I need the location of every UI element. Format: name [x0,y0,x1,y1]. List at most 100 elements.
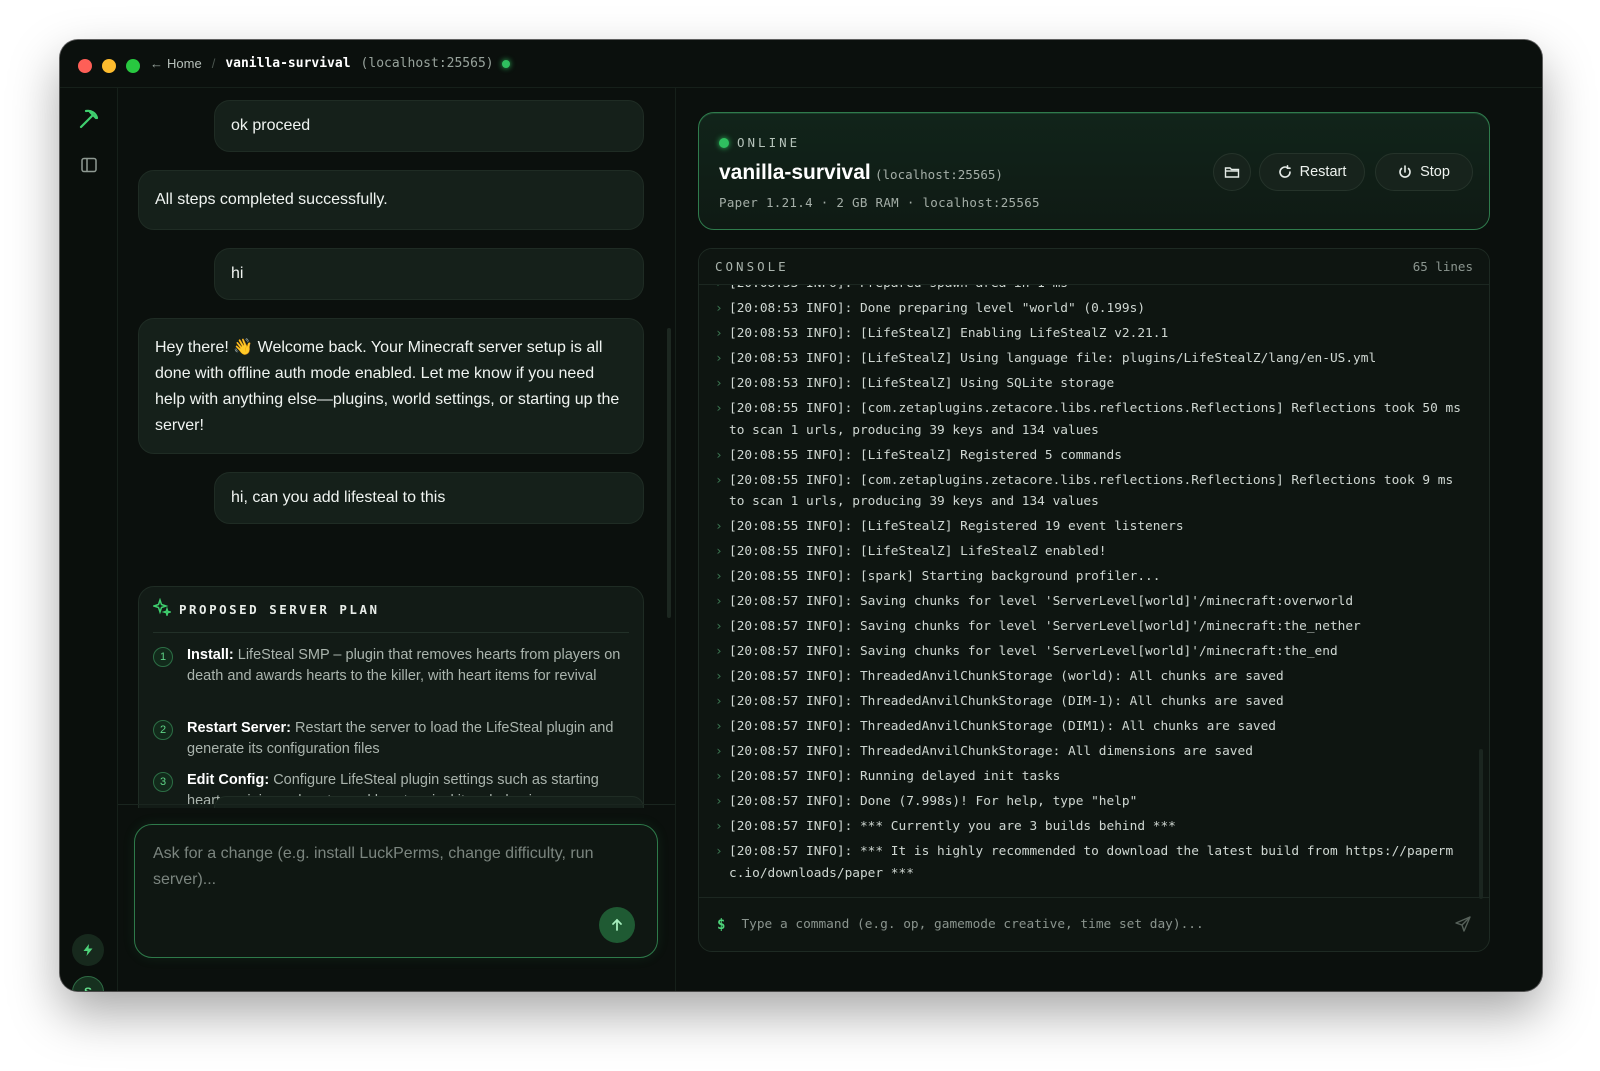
breadcrumb-server-name: vanilla-survival [225,56,351,71]
chevron-right-icon: › [715,619,723,634]
log-line: › [20:08:55 INFO]: [com.zetaplugins.zetac… [699,398,1489,441]
step-description: LifeSteal SMP – plugin that removes hear… [187,647,621,684]
console-output[interactable]: ›[20:08:53 INFO]: Prepared spawn area in… [699,285,1489,899]
log-line: › [20:08:57 INFO]: Saving chunks for leve… [699,591,1489,613]
log-text: [20:08:57 INFO]: Saving chunks for level… [729,619,1361,634]
chevron-right-icon: › [715,719,723,734]
chevron-right-icon: › [715,594,723,609]
restart-button[interactable]: Restart [1259,153,1365,191]
step-number: 3 [153,772,173,792]
power-icon [1399,165,1411,178]
chat-divider [118,804,675,805]
panel-toggle-icon[interactable] [76,152,102,178]
breadcrumb-separator: / [211,56,216,71]
online-dot [719,137,729,148]
log-line: › [20:08:55 INFO]: [LifeStealZ] Registere… [699,516,1489,538]
open-folder-button[interactable] [1213,153,1251,191]
bolt-icon[interactable] [72,934,104,966]
user-avatar[interactable]: S [72,976,104,991]
back-arrow-icon[interactable]: ← [150,56,163,71]
log-text: [20:08:57 INFO]: Done (7.998s)! For help… [729,794,1138,809]
log-line: › [20:08:57 INFO]: Saving chunks for leve… [699,641,1489,663]
log-text: [20:08:53 INFO]: Done preparing level "w… [729,301,1146,316]
assistant-message: Hey there! 👋 Welcome back. Your Minecraf… [138,318,644,454]
plan-step: 2 Restart Server: Restart the server to … [153,718,631,760]
user-message: ok proceed [214,100,644,152]
log-text: [20:08:57 INFO]: ThreadedAnvilChunkStora… [729,694,1284,709]
log-line: › [20:08:57 INFO]: ThreadedAnvilChunkStor… [699,691,1489,713]
log-line: › [20:08:57 INFO]: Running delayed init t… [699,766,1489,788]
log-line: › [20:08:53 INFO]: [LifeStealZ] Using SQL… [699,373,1489,395]
minimize-window-button[interactable] [102,58,116,73]
chevron-right-icon: › [715,351,723,366]
online-label: ONLINE [737,135,801,150]
message-text: Hey there! 👋 Welcome back. Your Minecraf… [155,339,620,434]
chat-input[interactable] [153,841,623,901]
chevron-right-icon: › [715,669,723,684]
user-message: hi [214,248,644,300]
next-message-peek [214,796,644,808]
message-text: All steps completed successfully. [155,191,388,208]
chevron-right-icon: › [715,301,723,316]
log-text: [20:08:57 INFO]: Saving chunks for level… [729,594,1354,609]
chevron-right-icon: › [715,794,723,809]
log-line: › [20:08:57 INFO]: *** Currently you are … [699,816,1489,838]
log-text: [20:08:53 INFO]: [LifeStealZ] Using SQLi… [729,376,1115,391]
chat-composer [134,824,658,958]
sidebar: S [60,88,118,991]
server-host: (localhost:25565) [875,167,1003,182]
breadcrumb-home-link[interactable]: Home [167,56,202,71]
stop-button[interactable]: Stop [1375,153,1473,191]
step-label: Restart Server: [187,720,291,736]
console-line-count: 65 lines [1412,259,1473,274]
sparkle-icon [151,597,173,621]
log-text: [20:08:57 INFO]: ThreadedAnvilChunkStora… [729,744,1253,759]
log-text: [20:08:55 INFO]: [com.zetaplugins.zetaco… [729,401,1469,438]
chevron-right-icon: › [715,844,723,859]
step-text: Install: LifeSteal SMP – plugin that rem… [187,645,631,687]
log-text: [20:08:55 INFO]: [LifeStealZ] LifeStealZ… [729,544,1107,559]
server-meta: Paper 1.21.4 · 2 GB RAM · localhost:2556… [719,195,1040,210]
step-number: 2 [153,720,173,740]
log-line: › [20:08:53 INFO]: [LifeStealZ] Using lan… [699,348,1489,370]
step-label: Install: [187,647,234,663]
log-line: › [20:08:55 INFO]: [LifeStealZ] LifeSteal… [699,541,1489,563]
window-controls [78,58,140,73]
maximize-window-button[interactable] [126,58,140,73]
log-text: [20:08:57 INFO]: Running delayed init ta… [729,769,1061,784]
send-button[interactable] [599,907,635,943]
log-text: [20:08:53 INFO]: [LifeStealZ] Enabling L… [729,326,1169,341]
log-text: [20:08:55 INFO]: [com.zetaplugins.zetaco… [729,472,1461,510]
plan-title: PROPOSED SERVER PLAN [179,602,380,617]
log-text: [20:08:57 INFO]: ThreadedAnvilChunkStora… [729,669,1284,684]
pickaxe-icon[interactable] [76,106,102,132]
console-scrollbar[interactable] [1479,749,1483,899]
log-text: [20:08:55 INFO]: [LifeStealZ] Registered… [729,447,1122,463]
console-header: CONSOLE 65 lines [699,249,1489,285]
message-text: ok proceed [231,117,311,134]
log-line: › [20:08:57 INFO]: *** It is highly recom… [699,841,1489,884]
chevron-right-icon: › [715,569,723,584]
log-text: [20:08:55 INFO]: [spark] Starting backgr… [729,569,1161,584]
command-prompt: $ [717,916,726,933]
chevron-right-icon: › [715,447,723,463]
log-text: [20:08:57 INFO]: ThreadedAnvilChunkStora… [729,719,1277,734]
log-line: › [20:08:55 INFO]: [LifeStealZ] Registere… [699,445,1489,467]
plan-step: 1 Install: LifeSteal SMP – plugin that r… [153,645,631,687]
online-status: ONLINE [719,135,800,150]
close-window-button[interactable] [78,58,92,73]
chevron-right-icon: › [715,285,729,295]
folder-icon [1224,167,1240,178]
chat-panel: ok proceed All steps completed successfu… [118,88,676,991]
command-bar: $ [699,897,1489,951]
chat-messages[interactable]: ok proceed All steps completed successfu… [118,88,675,808]
log-line: › [20:08:55 INFO]: [spark] Starting backg… [699,566,1489,588]
chevron-right-icon: › [715,694,723,709]
console-title: CONSOLE [715,259,789,274]
send-command-icon[interactable] [1455,916,1471,936]
command-input[interactable] [741,917,1432,932]
log-line: › [20:08:57 INFO]: ThreadedAnvilChunkStor… [699,666,1489,688]
step-number: 1 [153,647,173,667]
chat-scrollbar[interactable] [667,328,671,618]
restart-icon [1278,165,1291,178]
